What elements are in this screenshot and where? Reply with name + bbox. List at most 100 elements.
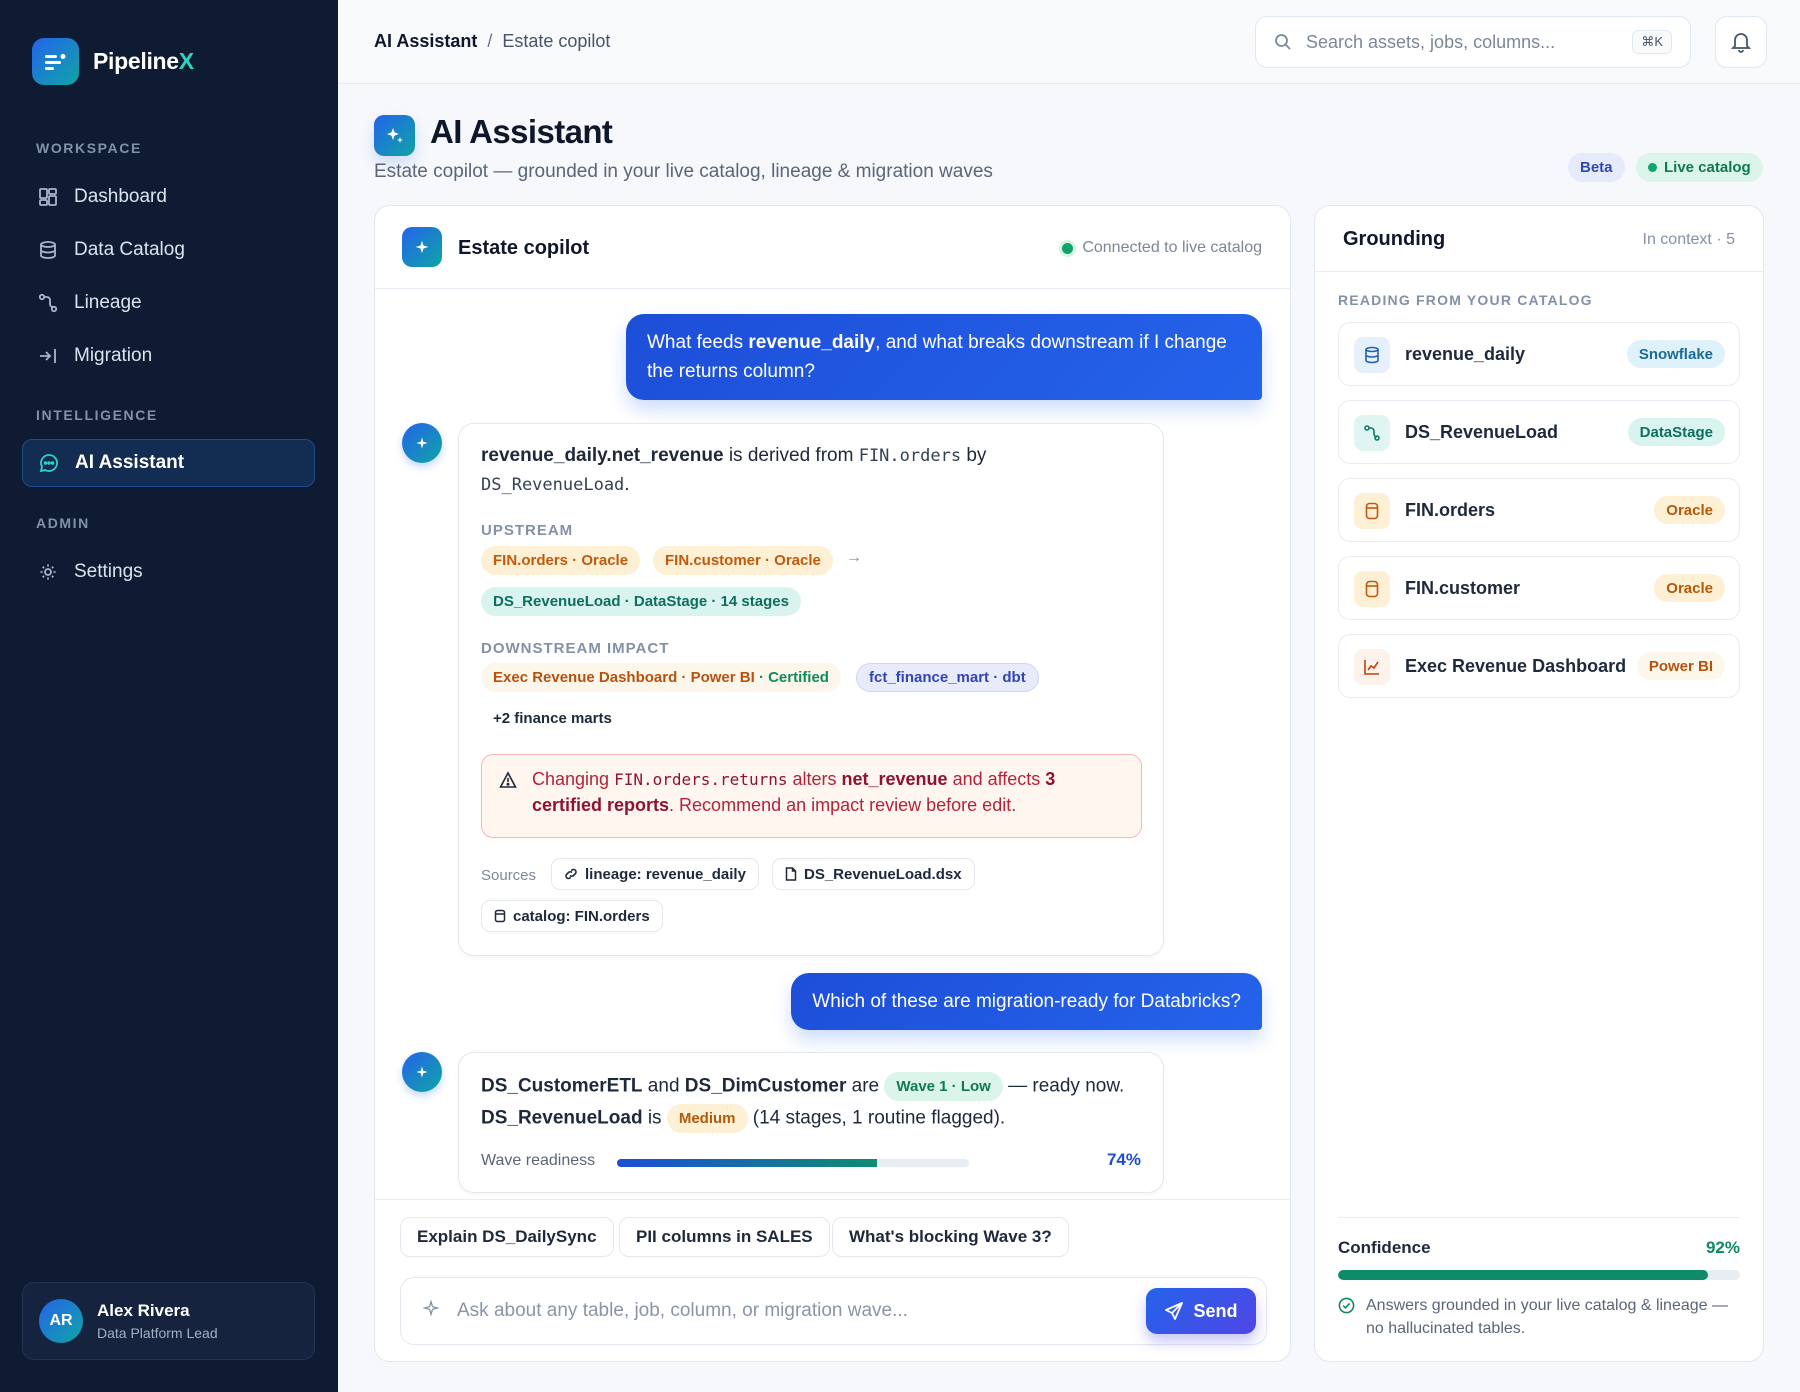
wave-chip[interactable]: Wave 1 · Low	[884, 1072, 1003, 1101]
sparkle-icon	[416, 437, 428, 449]
sidebar-item-label: Lineage	[74, 292, 142, 313]
sparkle-icon	[423, 1300, 439, 1316]
file-icon	[785, 867, 797, 881]
user-card[interactable]: AR Alex Rivera Data Platform Lead	[22, 1282, 315, 1360]
source-chip[interactable]: catalog: FIN.orders	[481, 900, 663, 932]
sidebar-item-ai-assistant[interactable]: AI Assistant	[22, 439, 315, 487]
nav-section-intelligence: INTELLIGENCE	[36, 407, 158, 423]
context-count: In context · 5	[1642, 231, 1736, 248]
answer-line: revenue_daily.net_revenue is derived fro…	[481, 445, 987, 466]
answer-line: DS_RevenueLoad is Medium (14 stages, 1 r…	[481, 1104, 1005, 1133]
assistant-message: DS_CustomerETL and DS_DimCustomer are Wa…	[458, 1052, 1164, 1193]
downstream-more[interactable]: +2 finance marts	[481, 704, 624, 733]
sidebar-item-lineage[interactable]: Lineage	[22, 279, 315, 327]
confidence-bar	[1338, 1270, 1740, 1280]
wave-readiness-bar	[617, 1159, 969, 1167]
grounding-section-label: READING FROM YOUR CATALOG	[1338, 292, 1593, 308]
grounding-item[interactable]: FIN.orders Oracle	[1338, 478, 1740, 542]
chat-input-placeholder: Ask about any table, job, column, or mig…	[457, 1300, 908, 1321]
grounding-item[interactable]: DS_RevenueLoad DataStage	[1338, 400, 1740, 464]
live-dot	[1648, 163, 1657, 172]
logo-icon	[32, 38, 79, 85]
suggestion-chip[interactable]: What's blocking Wave 3?	[832, 1217, 1069, 1257]
chat-panel: Estate copilot Connected to live catalog…	[374, 205, 1291, 1362]
upstream-chip[interactable]: FIN.orders · Oracle	[481, 546, 641, 575]
table-icon	[494, 909, 506, 923]
source-tag: DataStage	[1627, 418, 1725, 446]
grounding-item-name: FIN.orders	[1405, 500, 1496, 520]
grounding-panel: Grounding In context · 5 READING FROM YO…	[1314, 205, 1764, 1362]
app-name: PipelineX	[93, 48, 194, 74]
upstream-job-chip[interactable]: DS_RevenueLoad · DataStage · 14 stages	[481, 587, 801, 616]
sparkle-icon	[416, 1066, 428, 1078]
sidebar-item-data-catalog[interactable]: Data Catalog	[22, 226, 315, 274]
search-shortcut: ⌘K	[1632, 30, 1672, 54]
sidebar-item-migration[interactable]: Migration	[22, 332, 315, 380]
answer-line: DS_CustomerETL and DS_DimCustomer are Wa…	[481, 1072, 1124, 1101]
sidebar-item-label: Settings	[74, 561, 143, 582]
source-chip[interactable]: lineage: revenue_daily	[551, 858, 759, 890]
warning-text: Changing FIN.orders.returns alters net_r…	[532, 769, 1056, 789]
downstream-chip[interactable]: fct_finance_mart · dbt	[856, 663, 1039, 692]
confidence-value: 92%	[1705, 1238, 1740, 1257]
downstream-chip[interactable]: Exec Revenue Dashboard · Power BI · Cert…	[481, 663, 841, 692]
page-title: AI Assistant	[430, 113, 613, 150]
grounding-item[interactable]: FIN.customer Oracle	[1338, 556, 1740, 620]
table-icon	[1354, 493, 1390, 529]
check-circle-icon	[1338, 1297, 1355, 1314]
sidebar: PipelineX WORKSPACE Dashboard Data Catal…	[0, 0, 338, 1392]
wave-readiness-fill	[617, 1159, 878, 1167]
live-catalog-badge: Live catalog	[1636, 153, 1763, 182]
sidebar-item-settings[interactable]: Settings	[22, 548, 315, 596]
sidebar-item-label: Migration	[74, 345, 153, 366]
warning-text: certified reports. Recommend an impact r…	[532, 795, 1017, 815]
notifications-button[interactable]	[1715, 16, 1767, 68]
grounding-title: Grounding	[1343, 228, 1446, 250]
gear-icon	[40, 564, 56, 580]
impact-warning: Changing FIN.orders.returns alters net_r…	[481, 754, 1142, 838]
grounding-item-name: FIN.customer	[1405, 578, 1521, 598]
grounding-item-name: Exec Revenue Dashboard	[1405, 656, 1627, 676]
pipeline-icon	[1354, 415, 1390, 451]
page-icon	[374, 115, 415, 156]
search-placeholder: Search assets, jobs, columns...	[1306, 31, 1556, 52]
migration-icon	[40, 349, 56, 363]
send-button[interactable]: Send	[1146, 1288, 1256, 1334]
dashboard-icon	[39, 188, 57, 206]
warning-icon	[499, 771, 517, 788]
breadcrumb-ai-assistant[interactable]: AI Assistant	[374, 31, 477, 52]
chat-title: Estate copilot	[458, 237, 590, 259]
breadcrumb-separator: /	[487, 31, 493, 51]
wave-readiness-label: Wave readiness	[481, 1152, 596, 1169]
link-icon	[565, 868, 577, 880]
search-input[interactable]: Search assets, jobs, columns... ⌘K	[1255, 16, 1691, 68]
confidence-label: Confidence	[1338, 1238, 1431, 1257]
chat-composer: Explain DS_DailySync PII columns in SALE…	[375, 1199, 1290, 1361]
suggestion-chip[interactable]: PII columns in SALES	[619, 1217, 830, 1257]
grounding-header: Grounding In context · 5	[1315, 206, 1763, 272]
breadcrumb-current: Estate copilot	[502, 31, 611, 51]
chat-input[interactable]: Ask about any table, job, column, or mig…	[400, 1277, 1267, 1345]
sidebar-item-label: Data Catalog	[74, 239, 185, 260]
user-name: Alex Rivera	[97, 1301, 190, 1320]
chat-header: Estate copilot Connected to live catalog	[375, 206, 1290, 289]
source-tag: Power BI	[1636, 652, 1725, 680]
source-tag: Oracle	[1654, 496, 1725, 524]
page-subtitle: Estate copilot — grounded in your live c…	[374, 161, 993, 182]
chart-icon	[1354, 649, 1390, 685]
sidebar-item-dashboard[interactable]: Dashboard	[22, 173, 315, 221]
grounding-item-name: revenue_daily	[1405, 344, 1526, 364]
sidebar-item-label: Dashboard	[74, 186, 167, 207]
user-role: Data Platform Lead	[97, 1325, 218, 1341]
suggestion-chip[interactable]: Explain DS_DailySync	[400, 1217, 614, 1257]
upstream-chip[interactable]: FIN.customer · Oracle	[653, 546, 833, 575]
flow-arrow: →	[846, 549, 862, 566]
source-chip[interactable]: DS_RevenueLoad.dsx	[772, 858, 975, 890]
grounding-item[interactable]: revenue_daily Snowflake	[1338, 322, 1740, 386]
grounding-item[interactable]: Exec Revenue Dashboard Power BI	[1338, 634, 1740, 698]
beta-badge: Beta	[1568, 153, 1625, 182]
risk-chip[interactable]: Medium	[666, 1104, 748, 1133]
app-logo[interactable]: PipelineX	[32, 38, 194, 85]
sparkle-icon	[386, 127, 403, 143]
sidebar-item-label: AI Assistant	[75, 452, 185, 473]
